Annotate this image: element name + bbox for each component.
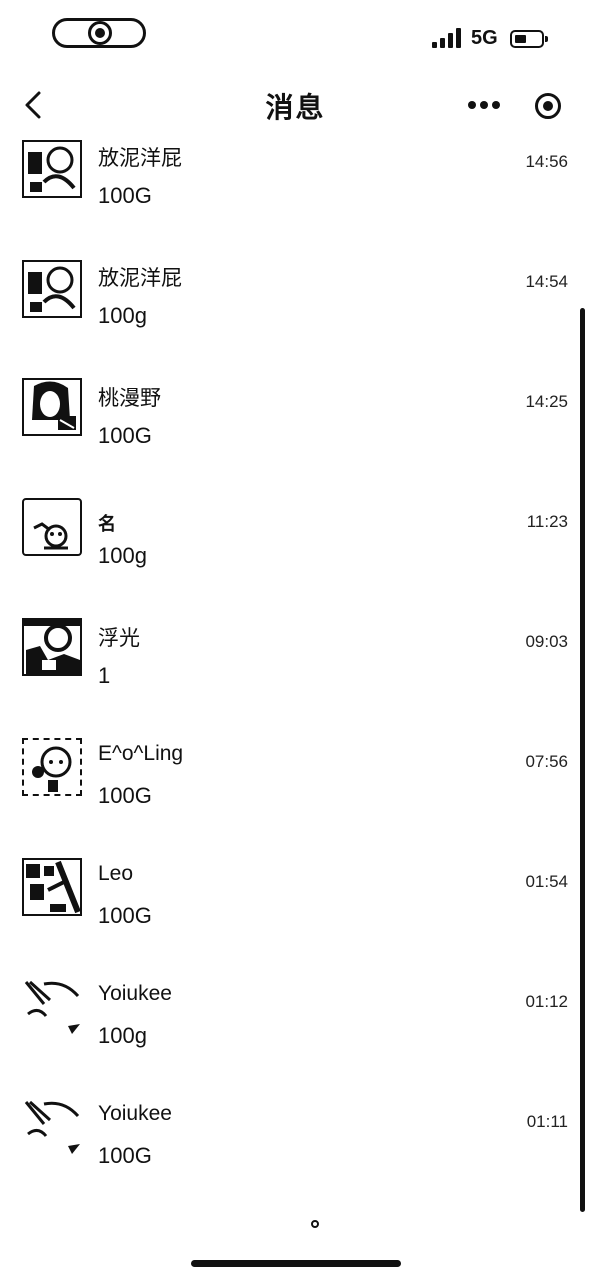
message-item[interactable]: 名 100g 11:23 bbox=[0, 498, 578, 598]
message-preview: 100g bbox=[98, 303, 147, 328]
message-item[interactable]: Yoiukee 100G 01:11 bbox=[0, 1098, 578, 1198]
record-circle-button[interactable] bbox=[535, 93, 561, 119]
scrollbar[interactable] bbox=[580, 308, 585, 1212]
home-indicator[interactable] bbox=[191, 1260, 401, 1267]
message-time: 01:54 bbox=[525, 872, 568, 891]
message-item[interactable]: Leo 100G 01:54 bbox=[0, 858, 578, 958]
signal-strength-icon bbox=[432, 28, 464, 48]
contact-name: Yoiukee bbox=[98, 1102, 172, 1125]
page-indicator-dot bbox=[311, 1220, 319, 1228]
message-time: 11:23 bbox=[526, 512, 568, 531]
contact-name: 浮光 bbox=[98, 627, 140, 650]
contact-name: Leo bbox=[98, 862, 134, 885]
avatar bbox=[22, 858, 82, 916]
message-item[interactable]: 浮光 1 09:03 bbox=[0, 618, 578, 718]
message-time: 14:54 bbox=[525, 272, 568, 291]
message-item[interactable]: E^o^Ling 100G 07:56 bbox=[0, 738, 578, 838]
more-button[interactable] bbox=[466, 92, 502, 116]
message-time: 14:25 bbox=[525, 392, 568, 411]
avatar bbox=[22, 260, 82, 318]
avatar bbox=[22, 978, 82, 1036]
avatar bbox=[22, 498, 82, 556]
contact-name: 放泥洋屁 bbox=[98, 267, 182, 290]
message-item[interactable]: 放泥洋屁 100g 14:54 bbox=[0, 258, 578, 358]
message-preview: 100G bbox=[98, 183, 152, 208]
message-time: 07:56 bbox=[525, 752, 568, 771]
contact-name: E^o^Ling bbox=[98, 742, 184, 765]
message-preview: 100G bbox=[98, 1143, 152, 1168]
battery-icon bbox=[510, 30, 548, 48]
nav-bar: 消息 bbox=[0, 70, 591, 138]
page-title: 消息 bbox=[265, 92, 326, 123]
message-item[interactable]: 桃漫野 100G 14:25 bbox=[0, 378, 578, 478]
message-preview: 100G bbox=[98, 903, 152, 928]
message-time: 01:11 bbox=[526, 1112, 568, 1131]
avatar bbox=[22, 738, 82, 796]
message-preview: 100G bbox=[98, 423, 152, 448]
message-time: 09:03 bbox=[525, 632, 568, 651]
network-type: 5G bbox=[471, 27, 498, 49]
message-time: 14:56 bbox=[525, 152, 568, 171]
message-item[interactable]: Yoiukee 100g 01:12 bbox=[0, 978, 578, 1078]
avatar bbox=[22, 140, 82, 198]
contact-name: 放泥洋屁 bbox=[98, 147, 182, 170]
contact-name: Yoiukee bbox=[98, 982, 172, 1005]
avatar bbox=[22, 618, 82, 676]
avatar bbox=[22, 1098, 82, 1156]
message-time: 01:12 bbox=[525, 992, 568, 1011]
message-preview: 100g bbox=[98, 543, 147, 568]
status-bar: 5G bbox=[0, 0, 591, 70]
avatar bbox=[22, 378, 82, 436]
message-preview: 100g bbox=[98, 1023, 147, 1048]
contact-name: 名 bbox=[98, 514, 116, 534]
camera-pill-icon bbox=[52, 18, 146, 48]
message-preview: 1 bbox=[98, 663, 111, 688]
message-item[interactable]: 放泥洋屁 100G 14:56 bbox=[0, 138, 578, 238]
message-list[interactable]: 放泥洋屁 100G 14:56 放泥洋屁 100g 14:54 桃漫野 100G… bbox=[0, 138, 591, 1200]
contact-name: 桃漫野 bbox=[98, 387, 161, 410]
message-preview: 100G bbox=[98, 783, 152, 808]
